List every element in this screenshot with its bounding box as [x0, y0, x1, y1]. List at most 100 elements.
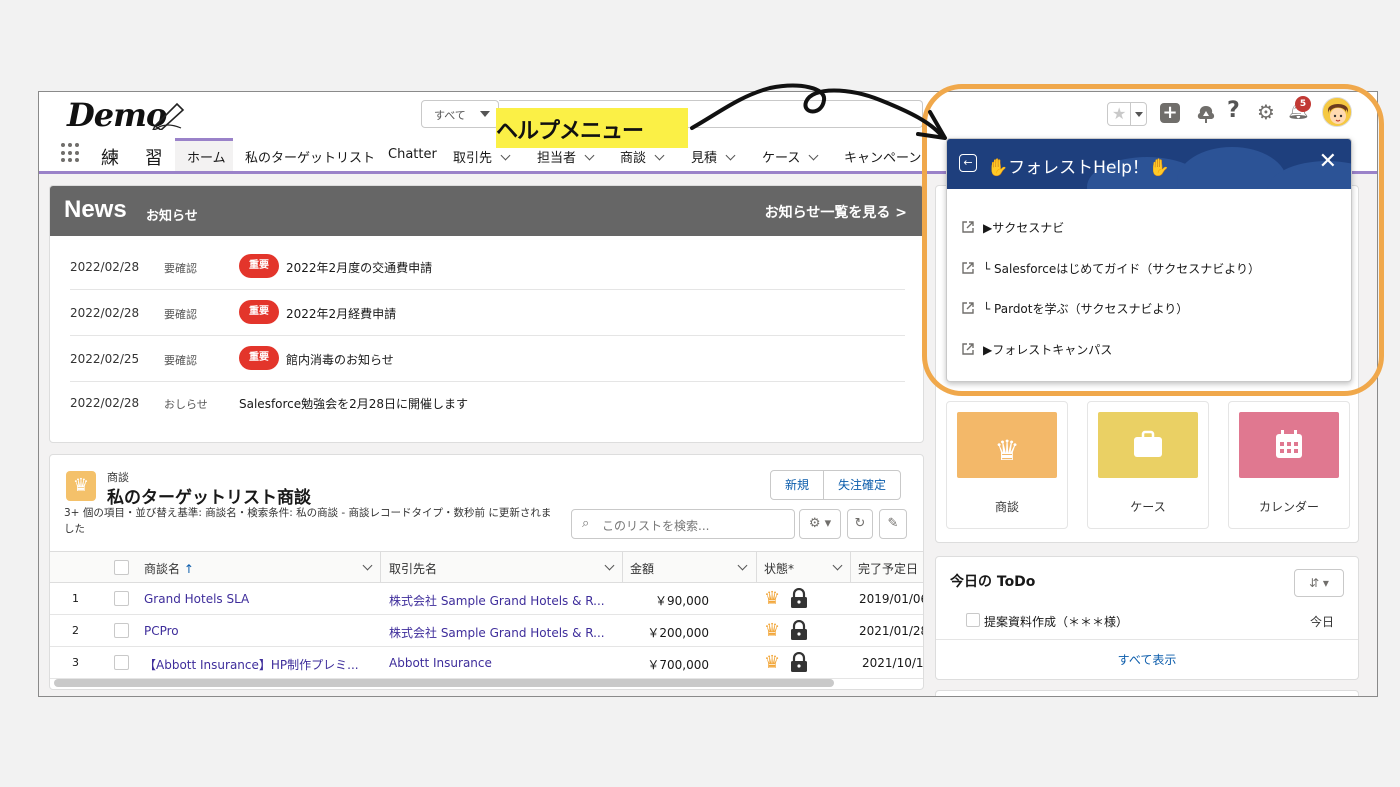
todo-sort-button[interactable]: ⇵ ▾	[1294, 569, 1344, 597]
tab-campaigns[interactable]: キャンペーン	[844, 138, 921, 171]
news-title: News	[64, 196, 127, 223]
help-menu-callout: ヘルプメニュー	[496, 108, 688, 148]
tab-my-target-list[interactable]: 私のターゲットリスト	[245, 138, 375, 171]
list-settings-button[interactable]: ⚙ ▾	[799, 509, 841, 539]
app-name: 練 習	[101, 148, 173, 169]
row-checkbox[interactable]	[114, 591, 129, 606]
setup-gear-icon[interactable]: ⚙	[1257, 100, 1275, 124]
todo-view-all-link[interactable]: すべて表示	[936, 639, 1358, 680]
news-date: 2022/02/28	[70, 396, 140, 410]
chevron-down-icon[interactable]	[362, 560, 373, 571]
column-divider	[850, 552, 851, 582]
todo-item[interactable]: 提案資料作成（＊＊＊様）	[984, 613, 1128, 630]
todo-checkbox[interactable]	[966, 613, 980, 627]
todo-due-date: 今日	[1310, 615, 1335, 629]
user-avatar[interactable]	[1322, 97, 1352, 127]
search-scope-select[interactable]: すべて	[421, 100, 499, 128]
news-row[interactable]: 2022/02/28 要確認 重要 2022年2月経費申請	[70, 290, 905, 336]
table-row[interactable]: 2 PCPro 株式会社 Sample Grand Hotels & R... …	[50, 615, 923, 647]
news-category: 要確認	[164, 308, 197, 321]
column-header-name[interactable]: 商談名 ↑	[144, 552, 194, 582]
tab-chatter[interactable]: Chatter	[388, 138, 437, 171]
chevron-down-icon[interactable]	[832, 560, 843, 571]
news-category: 要確認	[164, 354, 197, 367]
crown-icon: ♛	[764, 652, 781, 673]
back-arrow-icon[interactable]: ←	[959, 154, 977, 172]
new-button[interactable]: 新規	[771, 471, 823, 499]
tab-quotes[interactable]: 見積	[691, 138, 736, 171]
external-link-icon	[962, 302, 974, 314]
chevron-down-icon[interactable]	[584, 150, 595, 161]
column-label: 金額	[630, 562, 655, 576]
help-link-pardot[interactable]: └ Pardotを学ぶ（サクセスナビより）	[961, 300, 1188, 317]
help-link-forest-campus[interactable]: ▶フォレストキャンパス	[961, 341, 1112, 358]
help-menu-panel: ← ✋フォレストHelp！✋ ✕ ▶サクセスナビ └ Salesforceはじめ…	[946, 138, 1352, 382]
table-row[interactable]: 1 Grand Hotels SLA 株式会社 Sample Grand Hot…	[50, 583, 923, 615]
news-text[interactable]: Salesforce勉強会を2月28日に開催します	[239, 395, 468, 412]
tile-opportunities[interactable]: ♛ 商談	[946, 401, 1068, 529]
chevron-down-icon[interactable]	[500, 150, 511, 161]
column-header-account[interactable]: 取引先名	[389, 552, 437, 582]
list-actions: 新規 失注確定	[770, 470, 902, 500]
column-header-amount[interactable]: 金額	[630, 552, 654, 582]
refresh-icon: ↻	[854, 516, 866, 531]
opportunity-link[interactable]: 【Abbott Insurance】HP制作プレミ...	[144, 656, 359, 673]
opportunity-link[interactable]: Grand Hotels SLA	[144, 592, 249, 606]
trailhead-icon[interactable]	[1195, 102, 1217, 126]
account-link[interactable]: Abbott Insurance	[389, 656, 492, 670]
account-link[interactable]: 株式会社 Sample Grand Hotels & R...	[389, 592, 605, 609]
column-header-close-date[interactable]: 完了予定日	[858, 552, 918, 582]
news-text[interactable]: 館内消毒のお知らせ	[286, 351, 394, 368]
tab-home[interactable]: ホーム	[175, 138, 233, 171]
chevron-down-icon[interactable]	[737, 560, 748, 571]
lock-icon	[791, 620, 807, 640]
news-text[interactable]: 2022年2月経費申請	[286, 305, 396, 322]
news-view-all-link[interactable]: お知らせ一覧を見る >	[765, 202, 907, 222]
news-row[interactable]: 2022/02/28 要確認 重要 2022年2月度の交通費申請	[70, 244, 905, 290]
chevron-down-icon[interactable]	[725, 150, 736, 161]
help-link-salesforce-guide[interactable]: └ Salesforceはじめてガイド（サクセスナビより）	[961, 260, 1260, 277]
favorites-button[interactable]: ★	[1107, 102, 1147, 126]
tab-label: ケース	[762, 151, 801, 166]
external-link-icon	[962, 221, 974, 233]
crown-icon: ♛	[764, 620, 781, 641]
row-number: 1	[72, 592, 79, 605]
inline-edit-button[interactable]: ✎	[879, 509, 907, 539]
app-launcher-icon[interactable]	[61, 143, 81, 163]
help-icon[interactable]: ?	[1227, 98, 1240, 123]
news-text[interactable]: 2022年2月度の交通費申請	[286, 259, 432, 276]
list-view-card: ♛ 商談 私のターゲットリスト商談 3+ 個の項目・並び替え基準: 商談名・検索…	[49, 454, 924, 690]
search-placeholder: このリストを検索...	[602, 519, 710, 533]
news-subtitle: お知らせ	[146, 209, 198, 224]
list-search-input[interactable]: ⌕ このリストを検索...	[571, 509, 795, 539]
help-link-success-navi[interactable]: ▶サクセスナビ	[961, 219, 1064, 236]
tile-label: 商談	[994, 500, 1019, 514]
close-lost-button[interactable]: 失注確定	[823, 471, 900, 499]
list-view-meta: 3+ 個の項目・並び替え基準: 商談名・検索条件: 私の商談 - 商談レコードタ…	[64, 507, 552, 535]
chevron-down-icon[interactable]	[604, 560, 615, 571]
account-link[interactable]: 株式会社 Sample Grand Hotels & R...	[389, 624, 605, 641]
chevron-down-icon[interactable]	[654, 150, 665, 161]
table-row[interactable]: 3 【Abbott Insurance】HP制作プレミ... Abbott In…	[50, 647, 924, 679]
select-all-checkbox[interactable]	[114, 560, 129, 575]
tile-calendar[interactable]: カレンダー	[1228, 401, 1350, 529]
tile-cases[interactable]: ケース	[1087, 401, 1209, 529]
close-icon[interactable]: ✕	[1319, 149, 1337, 174]
column-header-status[interactable]: 状態*	[764, 552, 794, 582]
tab-cases[interactable]: ケース	[762, 138, 819, 171]
row-number: 2	[72, 624, 79, 637]
horizontal-scrollbar[interactable]	[54, 679, 834, 687]
row-checkbox[interactable]	[114, 655, 129, 670]
opportunity-link[interactable]: PCPro	[144, 624, 179, 638]
column-divider	[380, 552, 381, 582]
news-date: 2022/02/28	[70, 306, 140, 320]
row-checkbox[interactable]	[114, 623, 129, 638]
news-row[interactable]: 2022/02/25 要確認 重要 館内消毒のお知らせ	[70, 336, 905, 382]
chevron-down-icon[interactable]	[808, 150, 819, 161]
favorites-dropdown-icon[interactable]	[1130, 103, 1146, 125]
refresh-button[interactable]: ↻	[847, 509, 873, 539]
news-row[interactable]: 2022/02/28 おしらせ Salesforce勉強会を2月28日に開催しま…	[70, 380, 905, 426]
tile-label: ケース	[1130, 500, 1166, 514]
close-date-value: 2021/10/18	[862, 656, 924, 670]
global-actions-button[interactable]: +	[1160, 103, 1180, 123]
